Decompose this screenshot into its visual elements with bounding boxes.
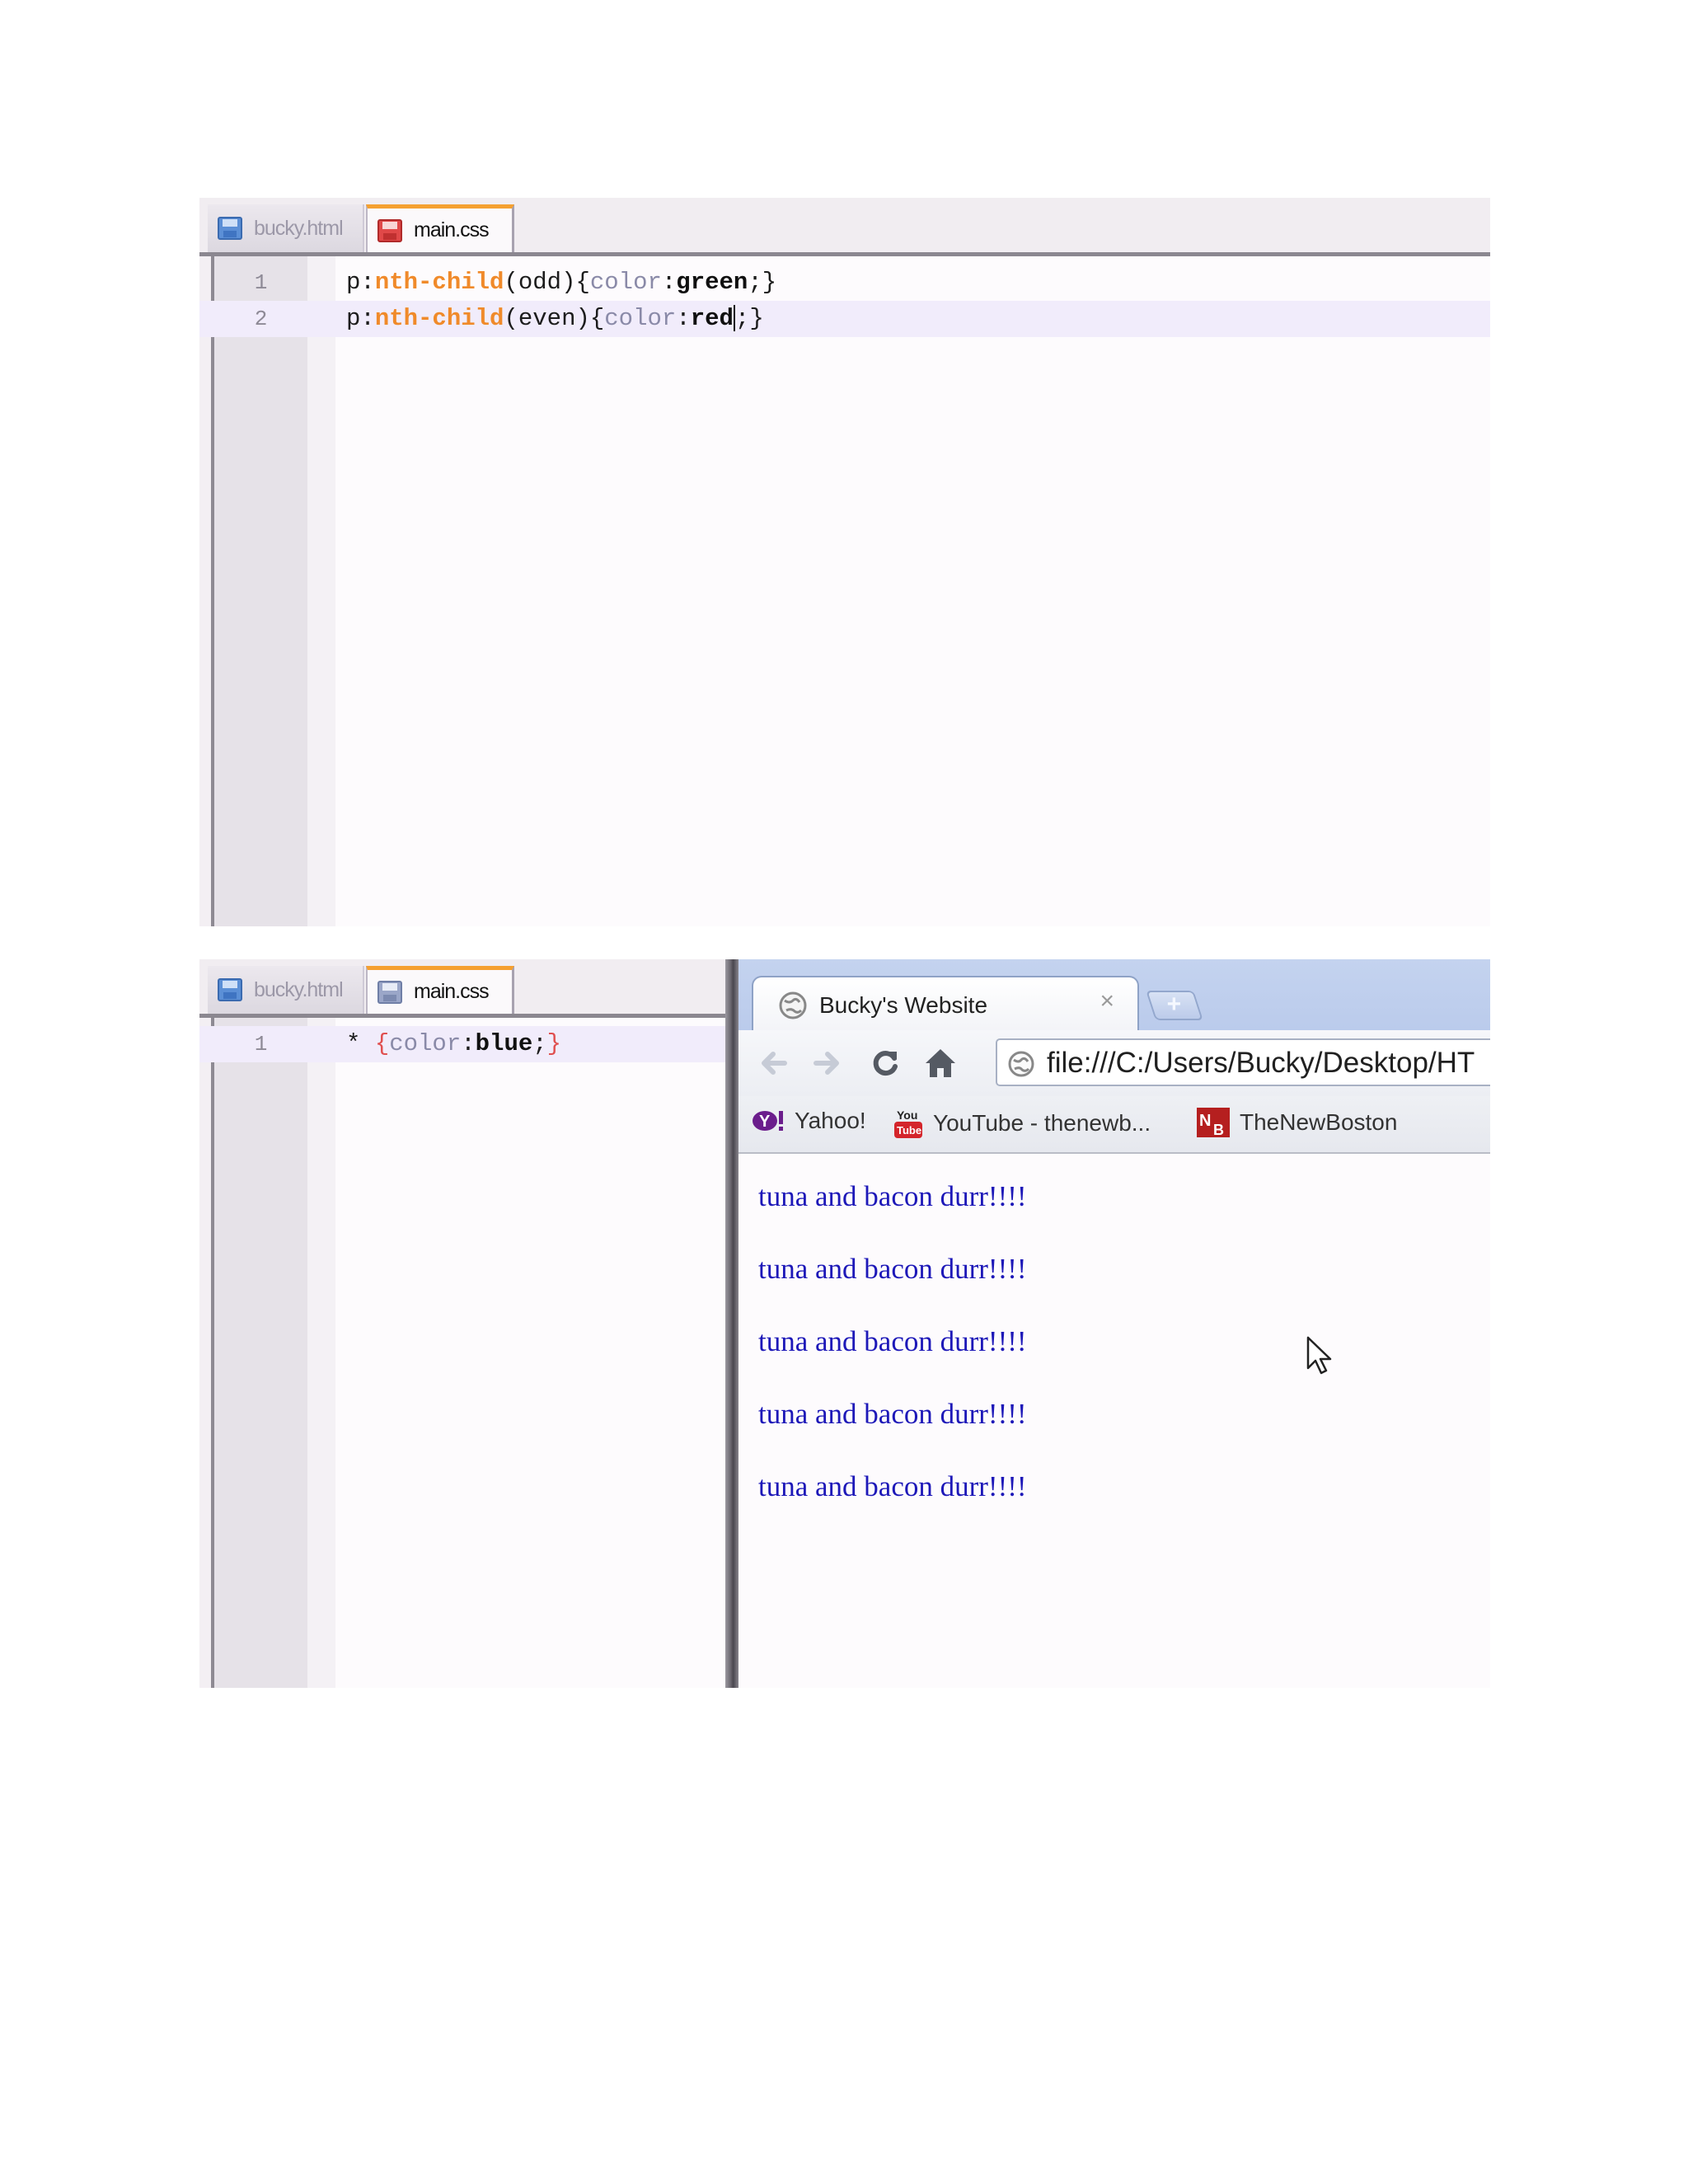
back-arrow-icon[interactable] [757,1047,790,1080]
line-number: 1 [254,1032,268,1057]
code-token: color [604,305,677,332]
editor-left-border [199,1018,214,1688]
bookmark-newboston[interactable]: N B TheNewBoston [1197,1108,1397,1137]
code-token: { [575,269,590,296]
paragraph: tuna and bacon durr!!!! [758,1470,1027,1502]
code-token: { [589,305,605,332]
code-text: * {color:blue;} [346,1026,561,1062]
tab-label: bucky.html [254,977,344,1001]
browser-tab-title: Bucky's Website [819,992,988,1018]
yahoo-icon: Y [753,1111,783,1131]
line-number: 1 [254,270,268,295]
svg-text:B: B [1213,1122,1224,1137]
code-token: color [389,1030,462,1057]
tab-main-css[interactable]: main.css [366,204,514,252]
globe-icon [779,991,807,1019]
code-token: { [374,1030,390,1057]
svg-text:N: N [1199,1112,1211,1130]
bookmark-label: Yahoo! [795,1108,866,1133]
tab-label: main.css [414,218,490,241]
code-token: ;} [734,305,764,332]
home-icon[interactable] [923,1047,958,1080]
newboston-icon: N B [1197,1108,1230,1137]
page-globe-icon [1008,1051,1034,1077]
line-number-gutter [214,1018,307,1688]
line-number-gutter [214,256,307,926]
code-line-current[interactable]: 2 p:nth-child(even){color:red;} [199,301,1490,337]
reload-icon[interactable] [869,1047,902,1080]
line-number: 2 [254,307,268,331]
code-token: ; [532,1030,547,1057]
bottom-code-area[interactable]: 1 * {color:blue;} [199,1018,725,1688]
top-code-area[interactable]: 1 p:nth-child(odd){color:green;} 2 p:nth… [199,256,1490,926]
svg-text:You: You [897,1108,917,1122]
bookmark-label: TheNewBoston [1240,1109,1398,1135]
new-tab-button[interactable]: + [1146,991,1203,1020]
svg-text:Y: Y [759,1113,771,1131]
paragraph: tuna and bacon durr!!!! [758,1325,1027,1357]
code-token: p: [346,269,375,296]
code-token: } [546,1030,562,1057]
code-token: : [676,305,691,332]
mouse-cursor-icon [1306,1336,1332,1375]
tab-main-css[interactable]: main.css [366,966,514,1014]
code-token: (odd) [504,269,576,296]
browser-window: Bucky's Website × + file:///C:/Users/Buc… [738,959,1490,1688]
file-icon [377,980,402,1004]
file-icon [218,978,242,1001]
code-token: nth-child [374,305,504,332]
top-editor-tab-bar: bucky.html main.css [199,198,1490,256]
bookmark-yahoo[interactable]: Y Yahoo! [752,1108,866,1134]
code-token: ;} [748,269,777,296]
code-token: p: [346,305,375,332]
code-line-current[interactable]: 1 * {color:blue;} [199,1026,725,1062]
code-token: (even) [504,305,590,332]
file-icon [377,218,402,242]
code-text: p:nth-child(even){color:red;} [346,301,764,337]
code-text: p:nth-child(odd){color:green;} [346,265,776,301]
top-editor-panel: bucky.html main.css 1 p:nth-child(odd){c… [199,198,1490,926]
youtube-icon: You Tube [894,1108,922,1138]
bookmark-label: YouTube - thenewb... [933,1110,1151,1136]
tab-label: bucky.html [254,216,344,240]
fold-margin [307,1018,335,1688]
code-token: : [461,1030,476,1057]
bookmarks-bar: Y Yahoo! You Tube YouTube - thenewb... N [738,1096,1490,1154]
code-line[interactable]: 1 p:nth-child(odd){color:green;} [199,265,1490,301]
tab-label: main.css [414,980,490,1003]
file-icon [218,217,242,240]
close-tab-icon[interactable]: × [1100,987,1114,1015]
bottom-screenshot: bucky.html main.css 1 * {color:blue;} Bu… [199,959,1490,1688]
window-divider[interactable] [725,959,738,1688]
plus-icon: + [1166,991,1182,1018]
code-token: green [676,269,748,296]
address-text: file:///C:/Users/Bucky/Desktop/HT [1047,1047,1475,1079]
browser-toolbar: file:///C:/Users/Bucky/Desktop/HT [738,1030,1490,1096]
bottom-editor-tab-bar: bucky.html main.css [199,959,725,1018]
fold-margin [307,256,335,926]
code-token: color [589,269,662,296]
paragraph: tuna and bacon durr!!!! [758,1253,1027,1285]
svg-text:Tube: Tube [897,1124,921,1137]
bookmark-youtube[interactable]: You Tube YouTube - thenewb... [893,1108,1151,1139]
code-token: nth-child [374,269,504,296]
paragraph: tuna and bacon durr!!!! [758,1180,1027,1212]
tab-bucky-html[interactable]: bucky.html [208,204,364,252]
tab-bucky-html[interactable]: bucky.html [208,966,364,1014]
code-token: red [690,305,734,332]
browser-page-content: tuna and bacon durr!!!! tuna and bacon d… [738,1154,1490,1688]
address-bar[interactable]: file:///C:/Users/Bucky/Desktop/HT [996,1038,1490,1086]
code-token: : [661,269,677,296]
code-token: * [346,1030,375,1057]
code-token: blue [475,1030,533,1057]
paragraph: tuna and bacon durr!!!! [758,1398,1027,1430]
browser-tab[interactable]: Bucky's Website × [752,976,1139,1030]
editor-left-border [199,256,214,926]
forward-arrow-icon[interactable] [811,1047,844,1080]
